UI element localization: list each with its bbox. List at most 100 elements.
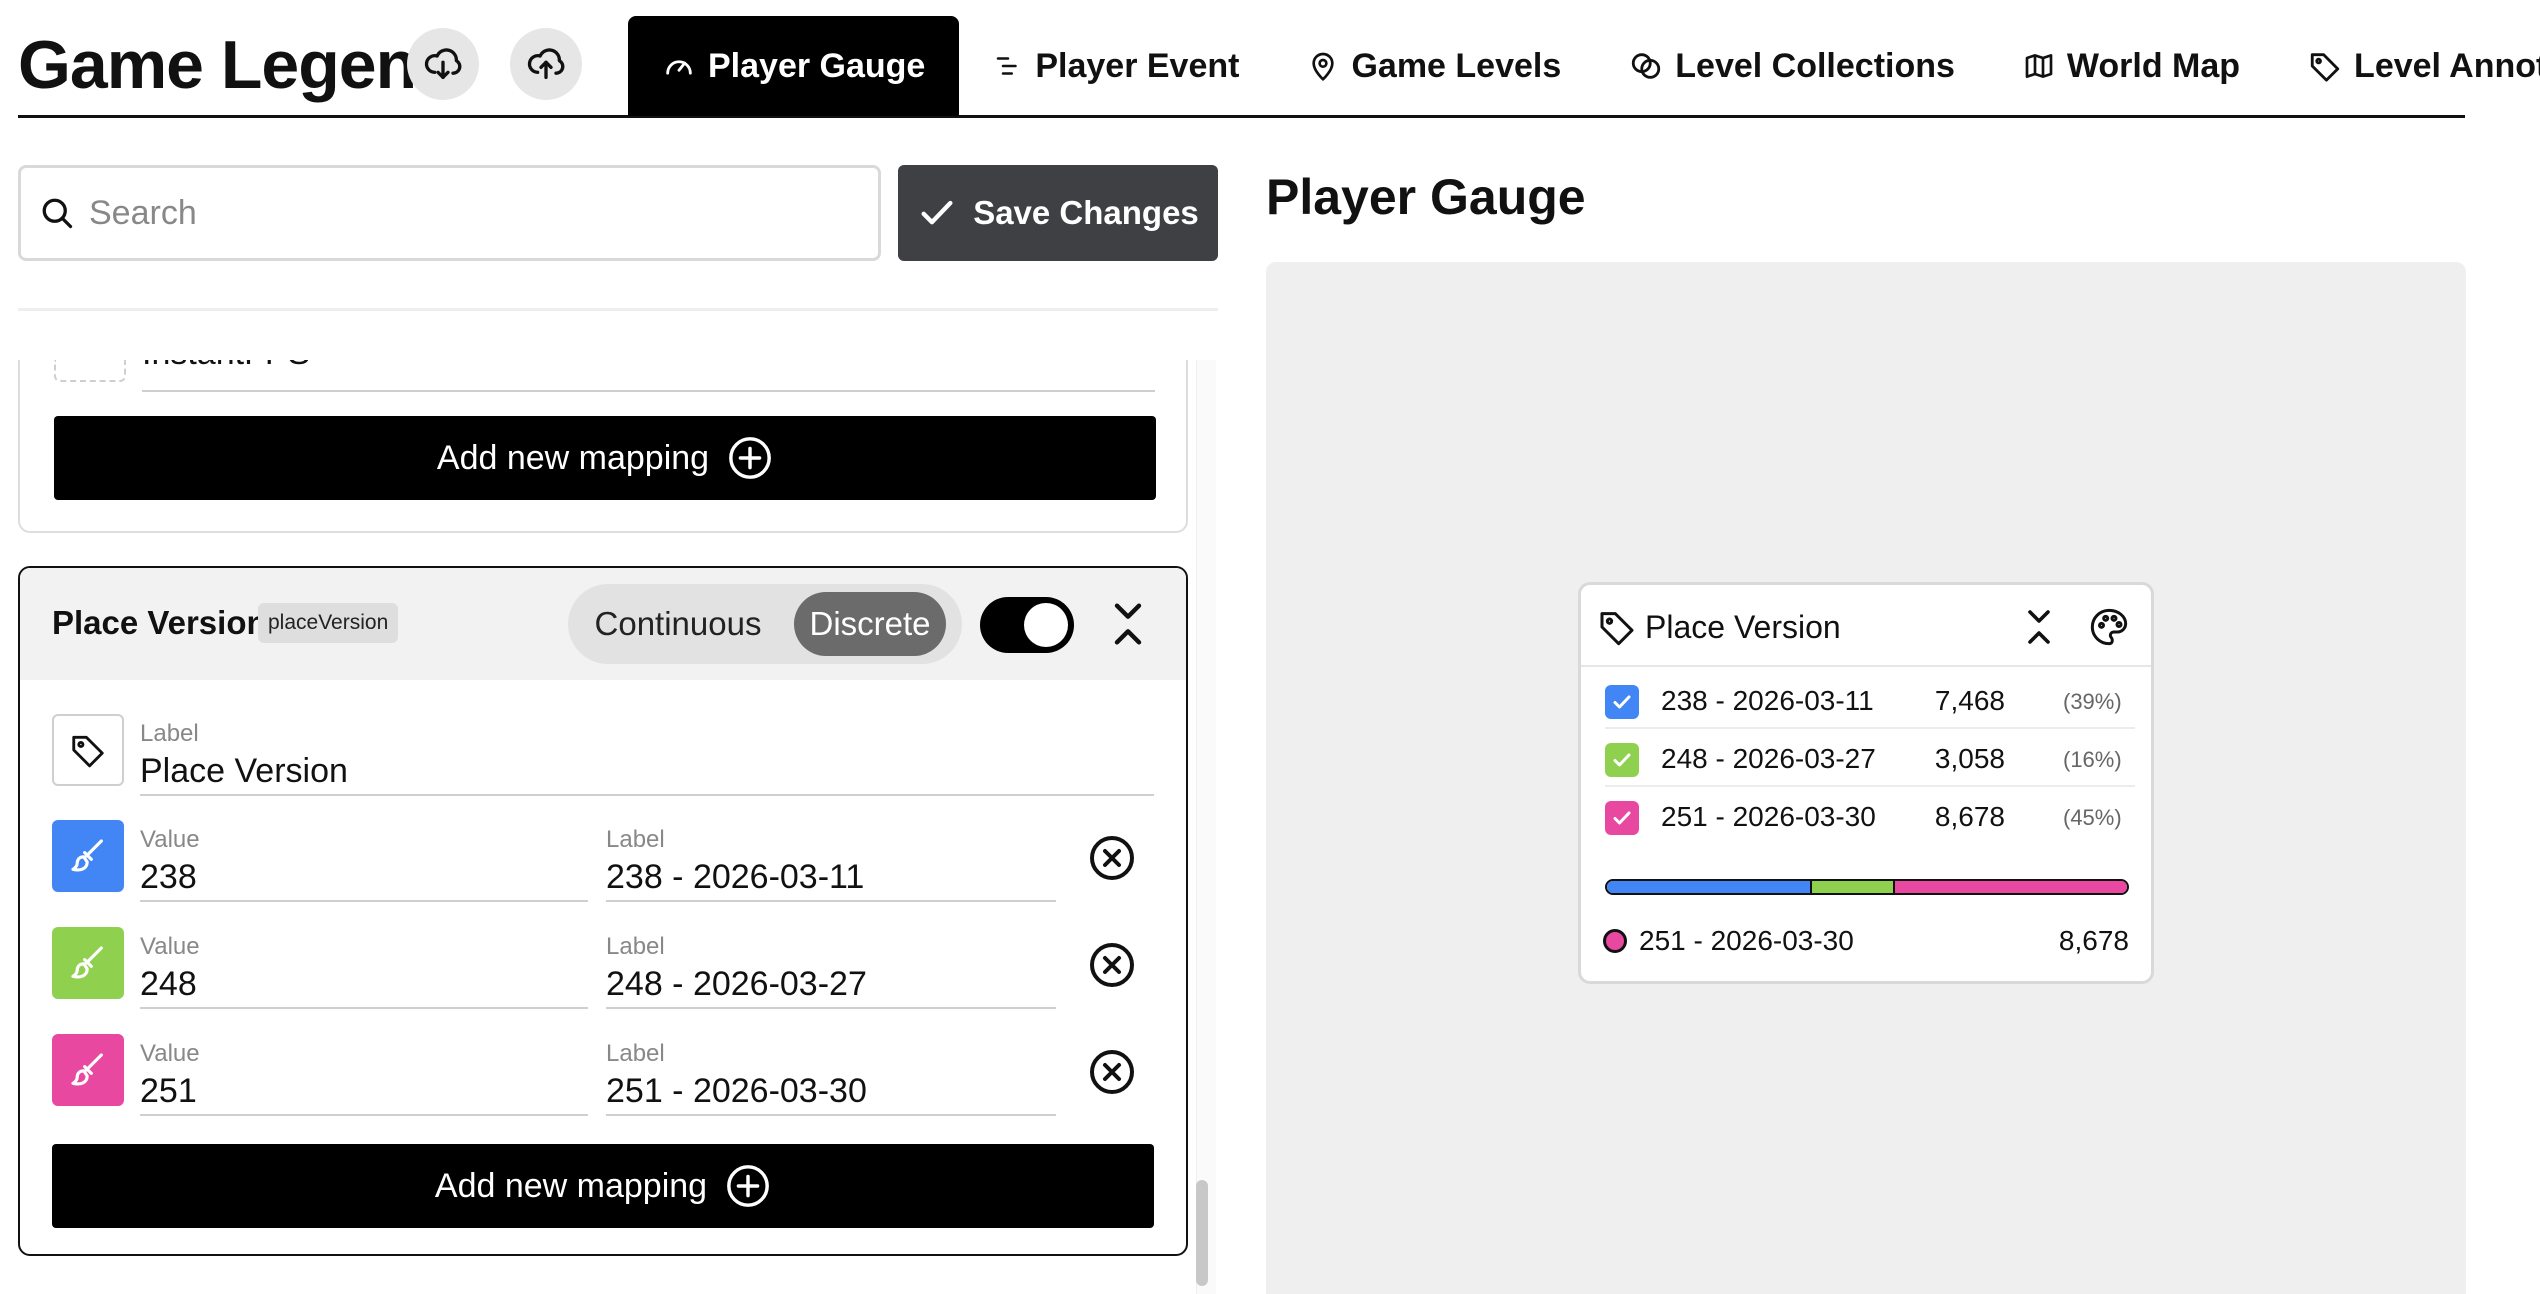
legend-checkbox[interactable] bbox=[1605, 743, 1639, 777]
tab-player-gauge[interactable]: Player Gauge bbox=[628, 16, 960, 116]
mapping-value-input[interactable]: 251 bbox=[140, 1072, 197, 1111]
tab-game-levels[interactable]: Game Levels bbox=[1273, 16, 1595, 116]
field-underline bbox=[606, 1114, 1056, 1116]
remove-mapping-icon[interactable] bbox=[1088, 941, 1136, 989]
legend-row[interactable]: 248 - 2026-03-27 3,058 (16%) bbox=[1605, 729, 2135, 787]
card-header: Place Version placeVersion Continuous Di… bbox=[20, 568, 1186, 680]
paintbrush-icon bbox=[71, 839, 103, 872]
legend-row-label: 248 - 2026-03-27 bbox=[1661, 743, 1876, 774]
cloud-upload-icon bbox=[527, 48, 565, 80]
distribution-bar-segment bbox=[1809, 881, 1893, 893]
legend-checkbox[interactable] bbox=[1605, 801, 1639, 835]
place-version-card: Place Version placeVersion Continuous Di… bbox=[18, 566, 1188, 1256]
card-title: Place Version bbox=[52, 604, 267, 641]
label-input[interactable]: Place Version bbox=[140, 752, 348, 791]
value-caption: Value bbox=[140, 1040, 200, 1067]
tag-icon bbox=[1600, 612, 1634, 646]
add-label: Add new mapping bbox=[436, 438, 710, 477]
enable-toggle[interactable] bbox=[980, 597, 1074, 653]
tab-world-map[interactable]: World Map bbox=[1989, 16, 2274, 116]
scrollbar-thumb[interactable] bbox=[1196, 1180, 1208, 1286]
search-input[interactable] bbox=[89, 193, 849, 233]
legend-header: Place Version bbox=[1581, 585, 2151, 667]
mappings-scroll-area[interactable]: InstantFPS Add new mapping Place Version… bbox=[18, 360, 1218, 1294]
label-caption: Label bbox=[606, 933, 665, 960]
legend-row-value: 3,058 bbox=[1934, 743, 2005, 774]
tab-level-collections[interactable]: Level Collections bbox=[1595, 16, 1989, 116]
palette-icon[interactable] bbox=[2089, 607, 2129, 647]
add-new-mapping-button[interactable]: Add new mapping bbox=[52, 1144, 1154, 1228]
value-caption: Value bbox=[140, 933, 200, 960]
paintbrush-icon bbox=[71, 1053, 103, 1086]
search-icon bbox=[42, 198, 73, 229]
tab-level-annotations[interactable]: Level Annotations bbox=[2274, 16, 2540, 116]
key-badge: placeVersion bbox=[258, 603, 399, 643]
gauge-icon bbox=[666, 60, 692, 75]
add-label: Add new mapping bbox=[434, 1166, 708, 1205]
field-underline bbox=[140, 1114, 588, 1116]
tag-icon bbox=[72, 735, 104, 768]
value-caption: Value bbox=[140, 826, 200, 853]
paintbrush-icon bbox=[71, 946, 103, 979]
hover-value: 8,678 bbox=[2058, 925, 2129, 956]
legend-row-percent: (45%) bbox=[2063, 805, 2122, 830]
check-icon bbox=[1613, 695, 1631, 709]
add-new-mapping-button[interactable]: Add new mapping bbox=[54, 416, 1156, 500]
mapping-label-input[interactable]: 251 - 2026-03-30 bbox=[606, 1072, 867, 1111]
tab-label: World Map bbox=[2066, 46, 2241, 85]
legend-row[interactable]: 251 - 2026-03-30 8,678 (45%) bbox=[1605, 787, 2135, 845]
legend-row[interactable]: 238 - 2026-03-11 7,468 (39%) bbox=[1605, 671, 2135, 729]
legend-checkbox[interactable] bbox=[1605, 685, 1639, 719]
remove-mapping-icon[interactable] bbox=[1088, 834, 1136, 882]
field-underline bbox=[606, 1007, 1056, 1009]
field-value[interactable]: InstantFPS bbox=[142, 360, 310, 373]
legend-title: Place Version bbox=[1645, 609, 1841, 645]
mapping-label-input[interactable]: 248 - 2026-03-27 bbox=[606, 965, 867, 1004]
search-field[interactable] bbox=[18, 165, 881, 261]
field-underline bbox=[140, 794, 1154, 796]
tab-label: Game Levels bbox=[1351, 46, 1562, 85]
divider bbox=[18, 308, 1218, 311]
remove-mapping-icon[interactable] bbox=[1088, 1048, 1136, 1096]
app-header: Game Legend Player Gauge Player Event Ga… bbox=[18, 14, 2540, 118]
toggle-knob bbox=[1024, 603, 1068, 647]
check-icon bbox=[1613, 811, 1631, 825]
mode-segmented-control: Continuous Discrete bbox=[568, 584, 962, 664]
label-caption: Label bbox=[140, 720, 199, 747]
save-changes-button[interactable]: Save Changes bbox=[898, 165, 1218, 261]
mapping-value-input[interactable]: 238 bbox=[140, 858, 197, 897]
main-tabs: Player Gauge Player Event Game Levels Le… bbox=[628, 16, 2540, 116]
mapping-card: InstantFPS Add new mapping bbox=[18, 360, 1188, 533]
distribution-bar-segment bbox=[1607, 881, 1810, 893]
preview-title: Player Gauge bbox=[1266, 169, 1586, 225]
mode-continuous[interactable]: Continuous bbox=[586, 592, 770, 656]
tab-player-event[interactable]: Player Event bbox=[959, 16, 1273, 116]
field-underline bbox=[606, 900, 1056, 902]
cloud-download-icon bbox=[424, 48, 462, 80]
save-label: Save Changes bbox=[973, 194, 1199, 231]
collapse-icon[interactable] bbox=[2021, 607, 2057, 647]
hover-swatch bbox=[1603, 929, 1627, 953]
field-underline bbox=[140, 1007, 588, 1009]
tab-label: Level Collections bbox=[1675, 46, 1955, 85]
legend-widget: Place Version 238 - 2026-03-11 7,468 (39… bbox=[1578, 582, 2154, 984]
list-icon bbox=[997, 57, 1018, 75]
download-button[interactable] bbox=[407, 28, 479, 100]
collections-icon bbox=[1632, 53, 1661, 79]
icon-box bbox=[54, 360, 126, 382]
mapping-value-input[interactable]: 248 bbox=[140, 965, 197, 1004]
map-icon bbox=[2025, 54, 2053, 78]
color-picker-button[interactable] bbox=[52, 820, 124, 892]
color-picker-button[interactable] bbox=[52, 1034, 124, 1106]
scrollbar-track[interactable] bbox=[1196, 360, 1216, 1294]
tab-label: Player Gauge bbox=[708, 46, 926, 85]
legend-row-percent: (16%) bbox=[2063, 747, 2122, 772]
color-picker-button[interactable] bbox=[52, 927, 124, 999]
mapping-label-input[interactable]: 238 - 2026-03-11 bbox=[606, 858, 864, 897]
label-caption: Label bbox=[606, 826, 665, 853]
upload-button[interactable] bbox=[510, 28, 582, 100]
distribution-bar-segment bbox=[1892, 881, 2127, 893]
mode-discrete[interactable]: Discrete bbox=[794, 592, 946, 656]
collapse-icon[interactable] bbox=[1106, 600, 1150, 648]
tag-icon bbox=[2310, 53, 2340, 82]
